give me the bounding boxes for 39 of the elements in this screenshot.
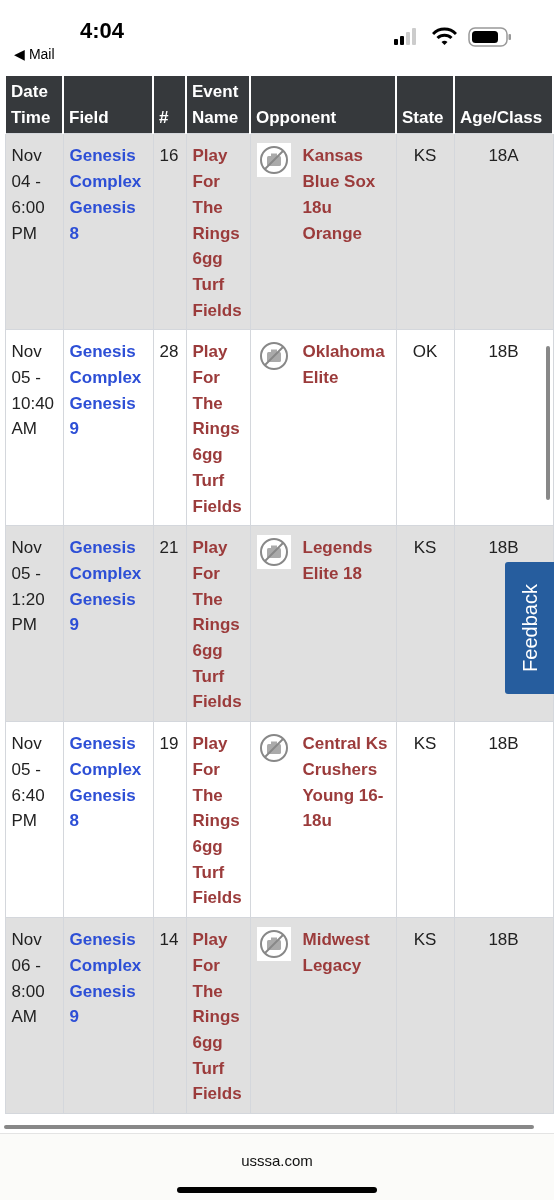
table-cell: KS	[396, 917, 454, 1114]
table-cell: Nov 04 - 6:00 PM	[5, 133, 63, 330]
opponent-link[interactable]: Legends Elite 18	[302, 535, 389, 587]
table-cell: 18B	[454, 329, 553, 526]
signal-icon	[394, 28, 419, 46]
table-cell: 28	[153, 329, 186, 526]
table-cell: Nov 05 - 1:20 PM	[5, 525, 63, 722]
column-header: Field	[63, 76, 153, 134]
table-cell: 18B	[454, 721, 553, 918]
back-link[interactable]: ◀ Mail	[14, 44, 55, 65]
table-cell: 19	[153, 721, 186, 918]
column-header: Event Name	[186, 76, 250, 134]
table-cell: OK	[396, 329, 454, 526]
url-text[interactable]: usssa.com	[241, 1150, 313, 1173]
table-cell: 18A	[454, 133, 553, 330]
table-cell: KS	[396, 525, 454, 722]
opponent-link[interactable]: Oklahoma Elite	[302, 339, 389, 391]
no-photo-icon	[256, 927, 291, 962]
feedback-tab[interactable]: Feedback	[505, 562, 554, 694]
no-photo-icon	[256, 535, 291, 570]
opponent-link[interactable]: Midwest Legacy	[302, 927, 389, 979]
table-cell: 14	[153, 917, 186, 1114]
table-cell: Nov 05 - 6:40 PM	[5, 721, 63, 918]
column-header: Date Time	[5, 76, 63, 134]
table-cell: KS	[396, 133, 454, 330]
table-cell: 21	[153, 525, 186, 722]
table-cell: Nov 05 - 10:40 AM	[5, 329, 63, 526]
wifi-icon	[432, 27, 457, 46]
no-photo-icon	[256, 143, 291, 178]
battery-icon	[468, 27, 512, 47]
column-header: Opponent	[250, 76, 396, 134]
table-cell: KS	[396, 721, 454, 918]
table-cell: Nov 06 - 8:00 AM	[5, 917, 63, 1114]
column-header: State	[396, 76, 454, 134]
table-cell: 18B	[454, 917, 553, 1114]
clock-time: 4:04	[80, 17, 125, 45]
column-header: Age/Class	[454, 76, 553, 134]
table-cell: 16	[153, 133, 186, 330]
column-header: #	[153, 76, 186, 134]
